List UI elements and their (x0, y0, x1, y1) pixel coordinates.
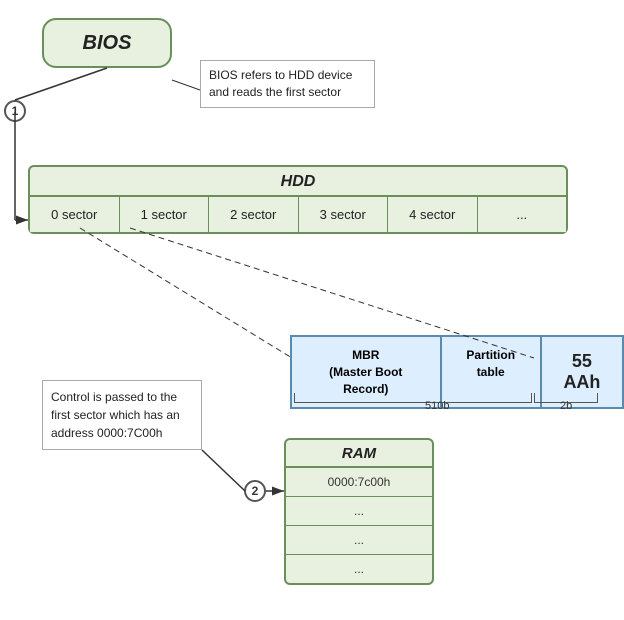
hdd-sector-3: 3 sector (299, 197, 389, 232)
partition-title: Partition table (466, 348, 515, 379)
hdd-sector-0: 0 sector (30, 197, 120, 232)
hdd-sectors: 0 sector 1 sector 2 sector 3 sector 4 se… (30, 197, 566, 232)
callout-bios-text: BIOS refers to HDD device and reads the … (209, 68, 352, 99)
control-callout-text: Control is passed to the first sector wh… (51, 390, 180, 440)
brace-510 (294, 393, 532, 403)
hdd-sector-2: 2 sector (209, 197, 299, 232)
ram-row-2: ... (286, 526, 432, 555)
hdd-container: HDD 0 sector 1 sector 2 sector 3 sector … (28, 165, 568, 234)
control-callout: Control is passed to the first sector wh… (42, 380, 202, 450)
diagram: BIOS BIOS refers to HDD device and reads… (0, 0, 624, 620)
ram-row-3: ... (286, 555, 432, 583)
mbr-title: MBR(Master Boot Record) (329, 348, 402, 396)
size-510-label: 510b (425, 400, 449, 412)
bios-box: BIOS (42, 18, 172, 68)
hdd-sector-4: 4 sector (388, 197, 478, 232)
size-2-label: 2b (560, 400, 572, 412)
ram-row-0: 0000:7c00h (286, 468, 432, 497)
circle-2: 2 (244, 480, 266, 502)
callout-bios: BIOS refers to HDD device and reads the … (200, 60, 375, 108)
hdd-sector-dots: ... (478, 197, 567, 232)
ram-title: RAM (286, 440, 432, 468)
circle-1: 1 (4, 100, 26, 122)
bios-label: BIOS (83, 32, 132, 55)
ram-container: RAM 0000:7c00h ... ... ... (284, 438, 434, 585)
ram-row-1: ... (286, 497, 432, 526)
hdd-title: HDD (30, 167, 566, 197)
hdd-sector-1: 1 sector (120, 197, 210, 232)
signature-label: 55 AAh (552, 351, 612, 393)
